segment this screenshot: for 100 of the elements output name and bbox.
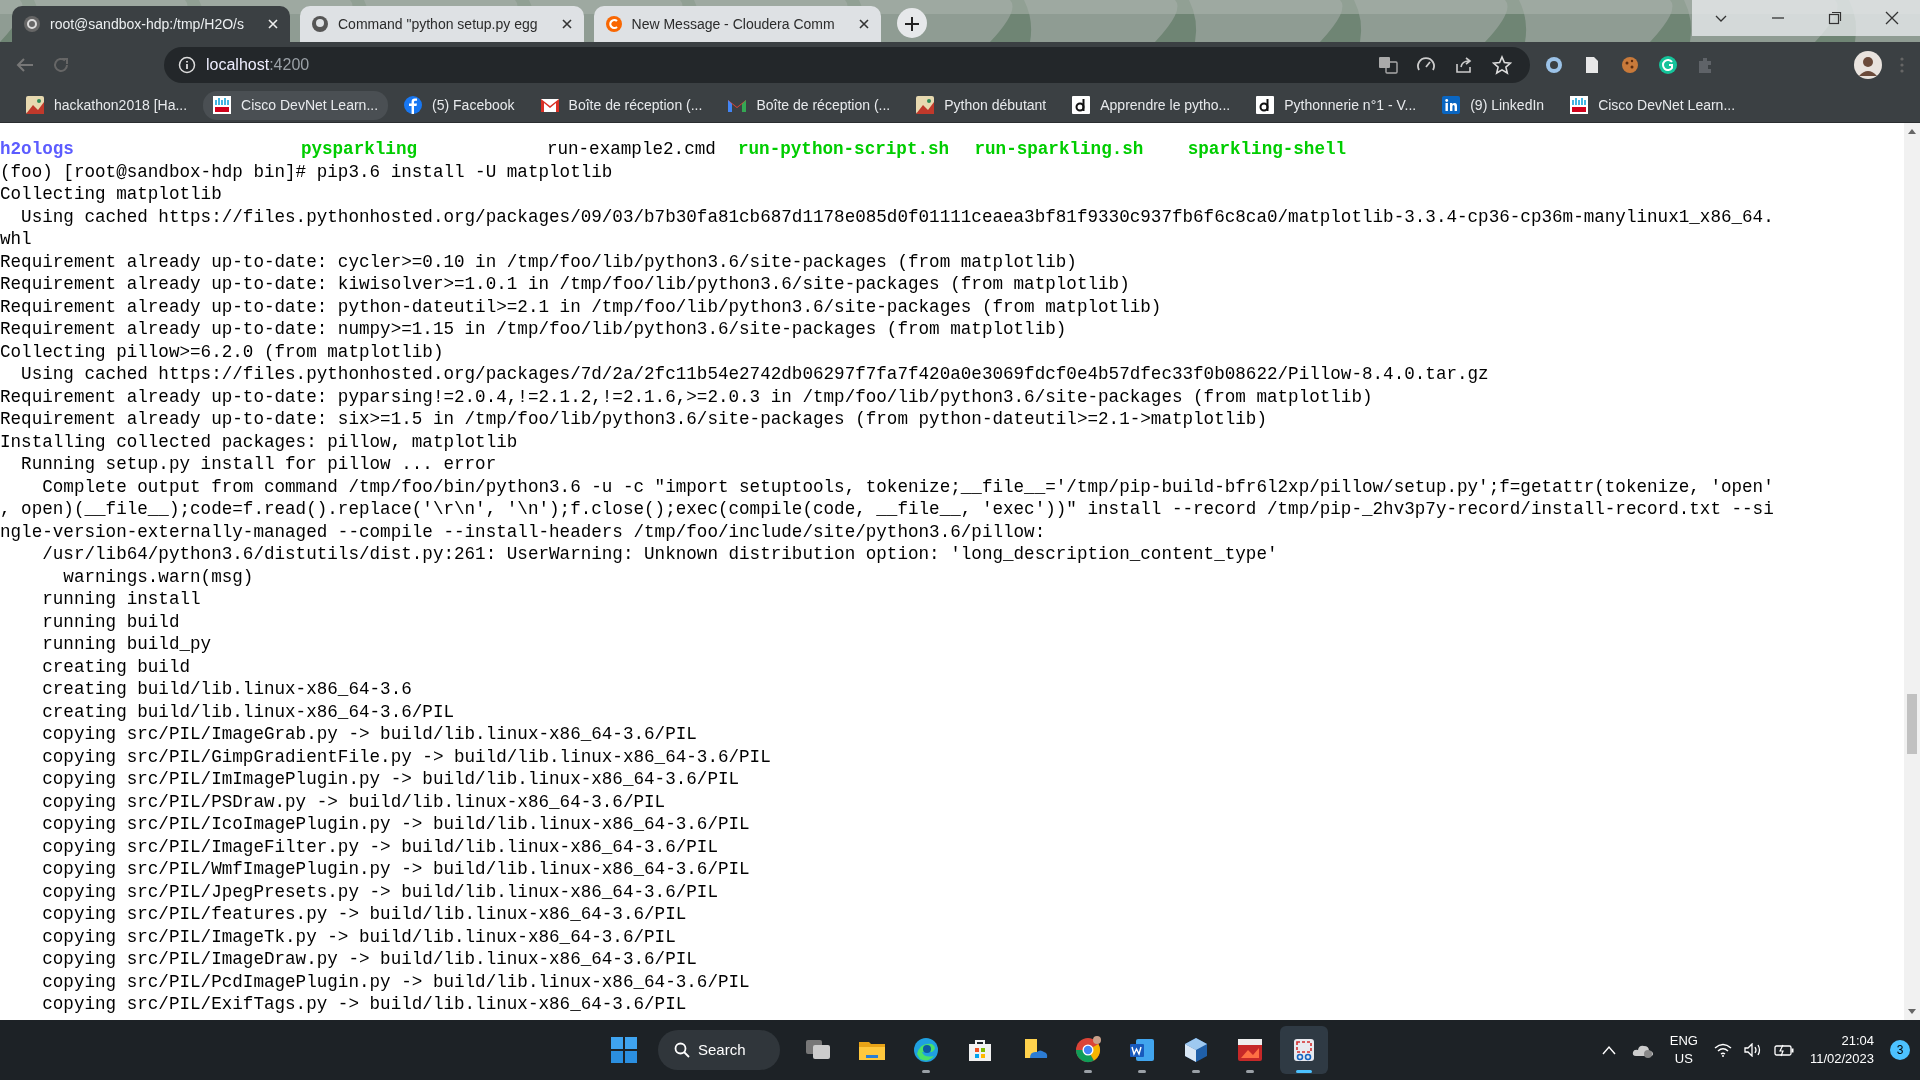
share-icon[interactable]	[1454, 55, 1474, 75]
terminal-line: copying src/PIL/features.py -> build/lib.linux-x86_64-3.6/PIL	[41, 903, 687, 926]
terminal-line: Requirement already up-to-date: numpy>=1.15 in /tmp/foo/lib/python3.6/site-packages (from matplotlib)	[0, 318, 1067, 341]
file-name: sparkling-shell	[1187, 139, 1347, 159]
browser-tab[interactable]: root@sandbox-hdp:/tmp/H2O/s	[12, 6, 290, 42]
caret-up-icon	[1601, 1045, 1616, 1055]
bars-logo-icon	[1570, 96, 1589, 114]
cookie-icon[interactable]	[1620, 55, 1640, 75]
terminal-line: copying src/PIL/ImageFilter.py -> build/lib.linux-x86_64-3.6/PIL	[41, 835, 718, 858]
bookmark[interactable]: Python débutant	[906, 90, 1057, 120]
address-bar[interactable]: localhost:4200	[164, 47, 1530, 83]
file-name: h2ologs	[0, 139, 74, 159]
terminal-line: copying src/PIL/ImageTk.py -> build/lib.linux-x86_64-3.6/PIL	[41, 925, 676, 948]
browser-tab[interactable]: New Message - Cloudera Comm	[593, 6, 881, 42]
browser-icon	[1074, 1036, 1102, 1064]
swirl-icon	[912, 1036, 940, 1064]
battery-icon[interactable]	[1773, 1043, 1794, 1057]
terminal-line: Using cached https://files.pythonhosted.org/packages/09/03/b7b30fa81cb687d1178e085d0f01111ceaea3bf81f9330c937fb6f6c8ca0/matplotlib-3.3.4-cp36-cp36m-manylinux1_x86_64.	[20, 205, 1774, 228]
picture-icon	[26, 96, 44, 114]
star-icon[interactable]	[1492, 55, 1512, 75]
avatar[interactable]	[1854, 51, 1882, 79]
terminal-line: Requirement already up-to-date: kiwisolver>=1.0.1 in /tmp/foo/lib/python3.6/site-packages (from matplotlib)	[0, 273, 1130, 296]
terminal-line: Using cached https://files.pythonhosted.org/packages/7d/2a/2fc11b54e2742db06297f7fa7f420a0e3069fdcf0e4b57dfec33f0b08622/Pillow-8.4.0.tar.gz	[20, 363, 1489, 386]
terminal-line: copying src/PIL/PSDraw.py -> build/lib.linux-x86_64-3.6/PIL	[41, 790, 666, 813]
terminal-line: /usr/lib64/python3.6/distutils/dist.py:261: UserWarning: Unknown distribution option: 'long_description_content_type'	[41, 543, 1278, 566]
translate-icon[interactable]	[1378, 55, 1398, 75]
terminal-line: copying src/PIL/ExifTags.py -> build/lib.linux-x86_64-3.6/PIL	[41, 993, 687, 1016]
language-button[interactable]: ENG US	[1665, 1028, 1702, 1072]
terminal-line: warnings.warn(msg)	[62, 565, 254, 588]
file-name: run-sparkling.sh	[974, 139, 1144, 159]
terminal-line: , open)(__file__);code=f.read().replace('\r\n', '\n');f.close();exec(compile(code, __file__, 'exec'))" install --record /tmp/pip-_2hv3p7y-record/install-record.txt --si	[0, 498, 1774, 521]
terminal-line: Installing collected packages: pillow, matplotlib	[0, 430, 518, 453]
scrollbar[interactable]	[1904, 123, 1920, 1020]
terminal-line: Requirement already up-to-date: pyparsing!=2.0.4,!=2.1.2,!=2.1.6,>=2.0.3 in /tmp/foo/lib/python3.6/site-packages (from matplotlib)	[0, 385, 1373, 408]
terminal-line: copying src/PIL/JpegPresets.py -> build/lib.linux-x86_64-3.6/PIL	[41, 880, 718, 903]
terminal-line: copying src/PIL/ImageDraw.py -> build/lib.linux-x86_64-3.6/PIL	[41, 948, 697, 971]
back-arrow-icon	[16, 56, 34, 74]
terminal-line: copying src/PIL/ImImagePlugin.py -> build/lib.linux-x86_64-3.6/PIL	[41, 768, 740, 791]
file-name: run-example2.cmd	[546, 139, 716, 159]
terminal-line: copying src/PIL/ImageGrab.py -> build/lib.linux-x86_64-3.6/PIL	[41, 723, 697, 746]
bookmark[interactable]: Boîte de réception (...	[530, 90, 713, 120]
plus-icon	[904, 16, 919, 31]
document-icon	[1128, 1036, 1156, 1064]
terminal-line: running build_py	[41, 633, 212, 656]
terminal-line: whl	[0, 228, 32, 251]
terminal-line: Requirement already up-to-date: cycler>=0.10 in /tmp/foo/lib/python3.6/site-packages (from matplotlib)	[0, 250, 1077, 273]
clock[interactable]: 21:04 11/02/2023	[1805, 1028, 1878, 1072]
terminal-line: copying src/PIL/WmfImagePlugin.py -> build/lib.linux-x86_64-3.6/PIL	[41, 858, 750, 881]
volume-icon[interactable]	[1743, 1043, 1762, 1057]
app-window-icon	[1236, 1036, 1264, 1064]
terminal-line: creating build	[41, 655, 191, 678]
bookmark[interactable]: (5) Facebook	[394, 90, 525, 120]
cube-icon	[1182, 1036, 1210, 1064]
d-logo-icon	[1256, 96, 1275, 114]
g-circle-icon[interactable]	[1658, 55, 1678, 75]
bookmark[interactable]: Boîte de réception (...	[718, 90, 901, 120]
terminal-line: Requirement already up-to-date: python-dateutil>=2.1 in /tmp/foo/lib/python3.6/site-packages (from matplotlib)	[0, 295, 1162, 318]
scroll-up-icon[interactable]	[1908, 128, 1916, 134]
terminal-line: copying src/PIL/IcoImagePlugin.py -> build/lib.linux-x86_64-3.6/PIL	[41, 813, 750, 836]
bookmark[interactable]: Cisco DevNet Learn...	[1560, 90, 1746, 120]
terminal-line: Running setup.py install for pillow ... error	[20, 453, 497, 476]
terminal-line: Complete output from command /tmp/foo/bin/python3.6 -u -c "import setuptools, tokenize;__file__='/tmp/pip-build-bfr6l2xp/pillow/setup.py';f=getattr(tokenize, 'open'	[41, 475, 1774, 498]
close-icon[interactable]	[858, 19, 869, 29]
reload-icon	[52, 56, 70, 74]
bookmark[interactable]: Cisco DevNet Learn...	[203, 90, 389, 120]
terminal-line: running install	[41, 588, 201, 611]
terminal-line: running build	[41, 610, 180, 633]
bookmark[interactable]: Pythonnerie n°1 - V...	[1246, 90, 1427, 120]
taskbar-app[interactable]	[1280, 1026, 1328, 1074]
terminal-line: ngle-version-externally-managed --compile --install-headers /tmp/foo/include/site/python3.6/pillow:	[0, 520, 1046, 543]
terminal-line: (foo) [root@sandbox-hdp bin]# pip3.6 install -U matplotlib	[0, 160, 613, 183]
notification-count[interactable]: 3	[1890, 1040, 1910, 1060]
in-logo-icon	[1442, 96, 1461, 114]
terminal-line: copying src/PIL/PcdImagePlugin.py -> build/lib.linux-x86_64-3.6/PIL	[41, 970, 750, 993]
d-logo-icon	[1072, 96, 1091, 114]
swirl-icon	[24, 16, 40, 32]
bars-logo-icon	[213, 96, 232, 114]
wifi-icon[interactable]	[1713, 1043, 1732, 1057]
logo-icon	[605, 16, 622, 32]
search-icon	[674, 1042, 690, 1058]
ring-icon[interactable]	[1544, 55, 1564, 75]
file-name: run-python-script.sh	[738, 139, 950, 159]
bookmark[interactable]: Apprendre le pytho...	[1062, 90, 1241, 120]
terminal-line: Collecting pillow>=6.2.0 (from matplotlib)	[0, 340, 444, 363]
scroll-down-icon[interactable]	[1908, 1009, 1916, 1015]
scroll-thumb[interactable]	[1907, 694, 1917, 754]
search-button[interactable]: Search	[658, 1030, 780, 1070]
terminal-line: Collecting matplotlib	[0, 183, 222, 206]
file-name: pysparkling	[300, 139, 418, 159]
restore-icon	[1827, 11, 1842, 25]
terminal-line: Requirement already up-to-date: six>=1.5 in /tmp/foo/lib/python3.6/site-packages (from python-dateutil>=2.1->matplotlib)	[0, 408, 1267, 431]
terminal-line: creating build/lib.linux-x86_64-3.6	[41, 678, 412, 701]
mail-icon	[540, 96, 559, 114]
bookmark[interactable]: hackathon2018 [Ha...	[16, 90, 198, 120]
bookmark[interactable]: (9) LinkedIn	[1432, 90, 1555, 120]
browser-tab[interactable]: Command "python setup.py egg	[300, 6, 584, 42]
info-icon	[178, 56, 196, 74]
close-icon	[1884, 11, 1899, 25]
close-icon[interactable]	[561, 19, 572, 29]
picture-icon	[916, 96, 935, 114]
